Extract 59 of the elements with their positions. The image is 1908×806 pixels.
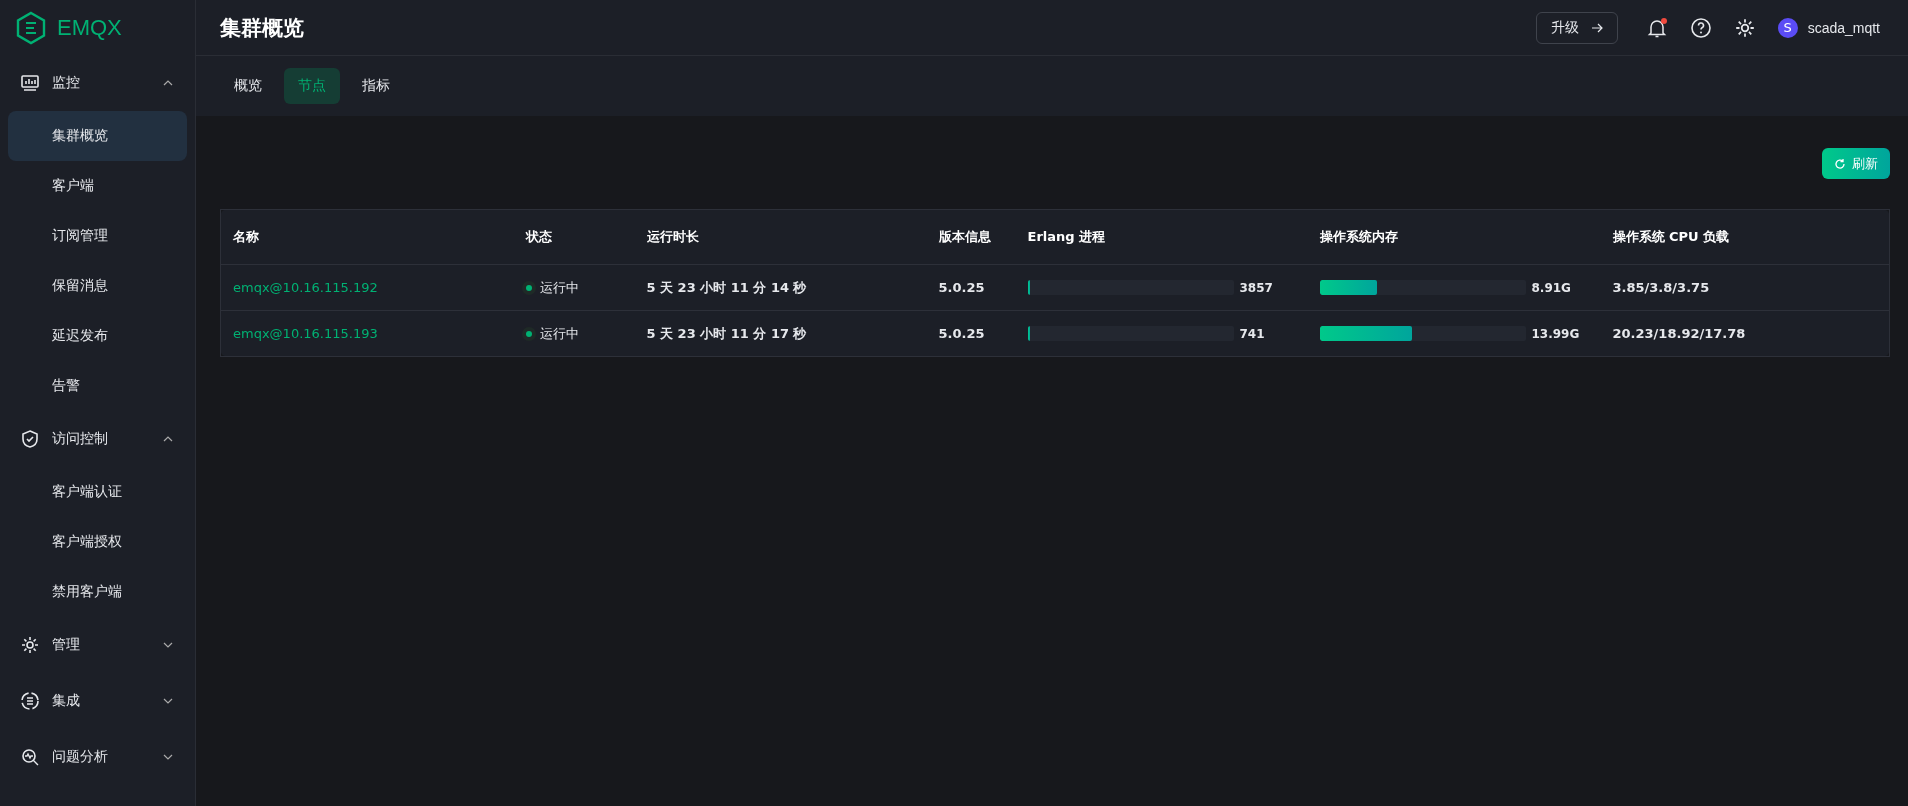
sidebar-group[interactable]: 监控 (0, 55, 195, 111)
uptime-text: 5 天 23 小时 11 分 14 秒 (646, 279, 807, 295)
uptime-text: 5 天 23 小时 11 分 17 秒 (646, 325, 807, 341)
upgrade-button[interactable]: 升级 (1535, 11, 1618, 44)
tab[interactable]: 概览 (220, 68, 276, 104)
sidebar-item[interactable]: 集群概览 (8, 111, 187, 161)
memory-value: 13.99G (1531, 326, 1580, 341)
user-avatar[interactable]: S (1777, 17, 1798, 38)
logo-text: EMQX (57, 14, 122, 41)
sidebar-item[interactable]: 客户端 (8, 161, 187, 211)
sidebar-item[interactable]: 客户端认证 (8, 467, 187, 517)
magnifier-icon (20, 747, 40, 767)
bell-icon[interactable] (1645, 16, 1668, 39)
shield-check-icon (20, 429, 40, 449)
sidebar-item[interactable]: 订阅管理 (8, 211, 187, 261)
column-header: 版本信息 (926, 209, 1016, 265)
integration-icon (20, 691, 40, 711)
sidebar-item[interactable]: 禁用客户端 (8, 567, 187, 617)
version-text: 5.0.25 (938, 326, 985, 341)
sidebar-group[interactable]: 管理 (0, 617, 195, 673)
sidebar-item[interactable]: 告警 (8, 361, 187, 411)
monitor-icon (20, 73, 40, 93)
cpu-load-text: 20.23/18.92/17.78 (1612, 326, 1746, 341)
gear-icon (20, 635, 40, 655)
help-icon[interactable] (1689, 16, 1712, 39)
refresh-icon (1834, 157, 1846, 170)
sidebar-item[interactable]: 客户端授权 (8, 517, 187, 567)
column-header: 名称 (220, 209, 514, 265)
user-name: scada_mqtt (1807, 19, 1880, 36)
chevron-icon (163, 752, 173, 762)
node-link[interactable]: emqx@10.16.115.192 (233, 280, 378, 295)
chevron-icon (163, 640, 173, 650)
cpu-load-text: 3.85/3.8/3.75 (1612, 280, 1710, 295)
status-text: 运行中 (539, 278, 579, 297)
settings-icon[interactable] (1733, 16, 1756, 39)
sidebar-group[interactable]: 问题分析 (0, 729, 195, 785)
memory-value: 8.91G (1531, 280, 1571, 295)
column-header: 操作系统 CPU 负载 (1600, 209, 1890, 265)
column-header: 运行时长 (634, 209, 927, 265)
hexagon-logo-icon (15, 10, 47, 45)
chevron-icon (163, 78, 173, 88)
column-header: 操作系统内存 (1307, 209, 1601, 265)
arrow-right-icon (1590, 21, 1603, 34)
process-count: 3857 (1239, 280, 1273, 295)
sidebar-item[interactable]: 延迟发布 (8, 311, 187, 361)
column-header: 状态 (513, 209, 635, 265)
node-link[interactable]: emqx@10.16.115.193 (233, 326, 378, 341)
chevron-icon (163, 434, 173, 444)
tab[interactable]: 节点 (284, 68, 340, 104)
sidebar-group[interactable]: 访问控制 (0, 411, 195, 467)
tab[interactable]: 指标 (348, 68, 404, 104)
process-count: 741 (1239, 326, 1265, 341)
version-text: 5.0.25 (938, 280, 985, 295)
chevron-icon (163, 696, 173, 706)
sidebar-item[interactable]: 保留消息 (8, 261, 187, 311)
sidebar-group[interactable]: 集成 (0, 673, 195, 729)
column-header: Erlang 进程 (1015, 209, 1308, 265)
page-title: 集群概览 (220, 14, 305, 42)
status-text: 运行中 (539, 324, 579, 343)
